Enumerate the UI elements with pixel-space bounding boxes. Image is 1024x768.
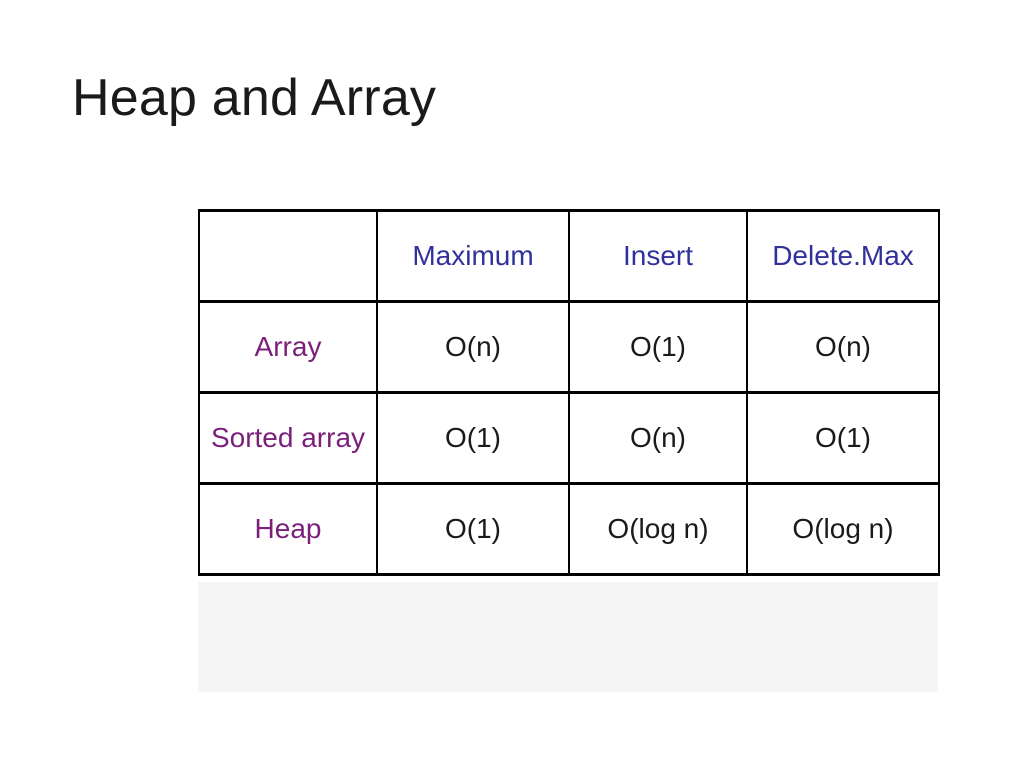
row-header-array: Array xyxy=(199,302,377,393)
cell: O(1) xyxy=(569,302,747,393)
row-header-sorted-array: Sorted array xyxy=(199,393,377,484)
slide: Heap and Array Maximum Insert Delete.Max… xyxy=(0,0,1024,768)
row-header-heap: Heap xyxy=(199,484,377,575)
cell: O(log n) xyxy=(569,484,747,575)
table-row: Sorted array O(1) O(n) O(1) xyxy=(199,393,939,484)
slide-title: Heap and Array xyxy=(72,70,436,127)
table-corner-cell xyxy=(199,211,377,302)
cell: O(n) xyxy=(377,302,569,393)
col-header-maximum: Maximum xyxy=(377,211,569,302)
cell: O(n) xyxy=(747,302,939,393)
col-header-insert: Insert xyxy=(569,211,747,302)
cell: O(1) xyxy=(377,393,569,484)
table-row: Heap O(1) O(log n) O(log n) xyxy=(199,484,939,575)
col-header-deletemax: Delete.Max xyxy=(747,211,939,302)
bottom-strip xyxy=(198,582,938,692)
cell: O(log n) xyxy=(747,484,939,575)
cell: O(1) xyxy=(747,393,939,484)
table-header-row: Maximum Insert Delete.Max xyxy=(199,211,939,302)
cell: O(1) xyxy=(377,484,569,575)
cell: O(n) xyxy=(569,393,747,484)
complexity-table: Maximum Insert Delete.Max Array O(n) O(1… xyxy=(198,209,940,576)
table-row: Array O(n) O(1) O(n) xyxy=(199,302,939,393)
